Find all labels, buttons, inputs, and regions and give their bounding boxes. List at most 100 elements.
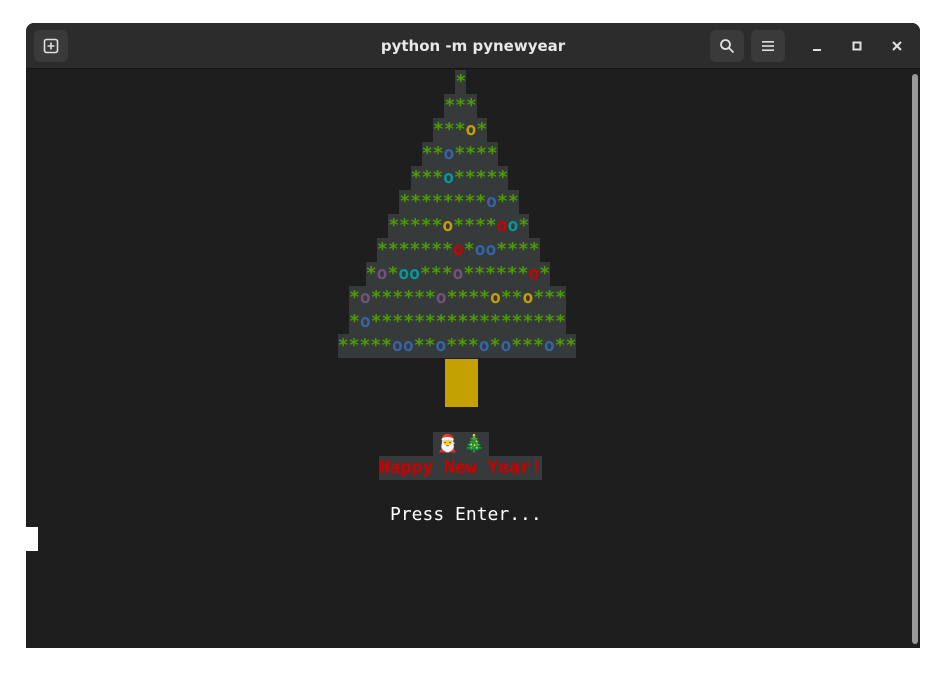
new-tab-button[interactable] (34, 30, 68, 62)
ornament: o (485, 239, 497, 260)
tree-star: * (442, 191, 454, 212)
ornament: o (359, 311, 371, 332)
tree-star: * (511, 311, 523, 332)
tree-star: * (511, 287, 523, 308)
tree-star: * (420, 239, 432, 260)
tree-star: * (467, 335, 479, 356)
maximize-button[interactable] (846, 35, 868, 57)
tree-star: * (507, 191, 519, 212)
tree-star: * (485, 263, 496, 284)
tree-star: * (517, 263, 529, 284)
tree-star: * (485, 215, 497, 236)
terminal-output[interactable]: * *** ***o* **o**** ***o***** ********o** ****… (26, 70, 920, 648)
maximize-icon (852, 41, 862, 51)
window-title: python -m pynewyear (380, 37, 566, 55)
ornament: o (442, 215, 454, 236)
tree-star: * (457, 287, 469, 308)
ornament: o (443, 143, 455, 164)
tree-star: * (528, 239, 540, 260)
tree-star: * (377, 239, 388, 260)
tree-star: * (442, 239, 453, 260)
tree-star: * (486, 167, 498, 188)
tree-star: * (495, 263, 507, 284)
tree-star: * (433, 119, 444, 140)
tree-star: * (454, 119, 466, 140)
tree-star: * (455, 95, 466, 116)
tree-row: *****o****oo* (388, 214, 530, 238)
tree-star: * (565, 335, 577, 356)
ornament: o (528, 263, 540, 284)
tree-star: * (475, 191, 487, 212)
ornament: o (543, 335, 555, 356)
close-button[interactable] (886, 35, 908, 57)
tree-star: * (370, 311, 382, 332)
tree-star: * (432, 143, 444, 164)
tree-star: * (457, 335, 468, 356)
tree-row: **o**** (421, 142, 498, 166)
tree-star: * (532, 335, 544, 356)
tree-star: * (464, 191, 476, 212)
tree-star: * (392, 311, 404, 332)
tree-star: * (392, 287, 404, 308)
tree-star: * (443, 119, 455, 140)
tree-star: * (518, 215, 530, 236)
tree-star: * (370, 335, 382, 356)
ornament: o (452, 239, 464, 260)
tree-star: * (496, 239, 508, 260)
tree-star: * (507, 239, 518, 260)
tree-star: * (533, 311, 545, 332)
minimize-icon (813, 49, 821, 51)
tree-star: * (387, 239, 399, 260)
tree-star: * (421, 143, 433, 164)
tree-star: * (349, 287, 360, 308)
tree-star: * (468, 311, 480, 332)
tree-star: * (441, 263, 453, 284)
ornament: o (522, 287, 534, 308)
search-button[interactable] (710, 30, 744, 62)
tree-row: *o*oo***o******o* (365, 262, 551, 286)
tree-star: * (489, 335, 501, 356)
tree-star: * (337, 335, 349, 356)
tree-star: * (430, 263, 442, 284)
tree-star: * (421, 191, 432, 212)
tree-star: * (489, 311, 501, 332)
tree-star: * (381, 311, 393, 332)
ornament: o (376, 263, 388, 284)
tree-star: * (365, 263, 377, 284)
tree-row: ***o* (433, 118, 488, 142)
tree-star: * (539, 263, 551, 284)
tree-star: * (409, 239, 421, 260)
terminal-window: python -m pynewyear * *** ***o* **o**** … (26, 23, 920, 648)
tree-star: * (446, 311, 458, 332)
scrollbar[interactable] (912, 74, 918, 644)
tree-star: * (453, 167, 465, 188)
tree-star: * (511, 335, 523, 356)
ornament: o (435, 335, 447, 356)
greeting-text: Happy New Year! (379, 456, 542, 480)
tree-star: * (500, 311, 512, 332)
tree-star: * (446, 335, 458, 356)
tree-star: * (409, 215, 421, 236)
ornament: o (507, 215, 519, 236)
menu-button[interactable] (751, 30, 785, 62)
tree-star: * (544, 287, 556, 308)
tree-star: * (453, 215, 465, 236)
minimize-button[interactable] (806, 35, 828, 57)
tree-star: * (420, 215, 432, 236)
tree-star: * (410, 191, 422, 212)
ornament: o (489, 287, 501, 308)
close-icon (892, 41, 902, 51)
ornament: o (465, 119, 477, 140)
tree-star: * (454, 143, 466, 164)
tree-star: * (421, 167, 433, 188)
tree-star: * (410, 167, 422, 188)
ornament: o (486, 191, 497, 212)
tree-star: * (554, 335, 566, 356)
tree-row: *******o*oo**** (377, 238, 540, 262)
tree-star: * (464, 167, 476, 188)
tree-star: * (387, 263, 399, 284)
tree-star: * (474, 263, 486, 284)
tree-star: * (414, 311, 425, 332)
ornament: o (359, 287, 371, 308)
ornament: o (392, 335, 403, 356)
